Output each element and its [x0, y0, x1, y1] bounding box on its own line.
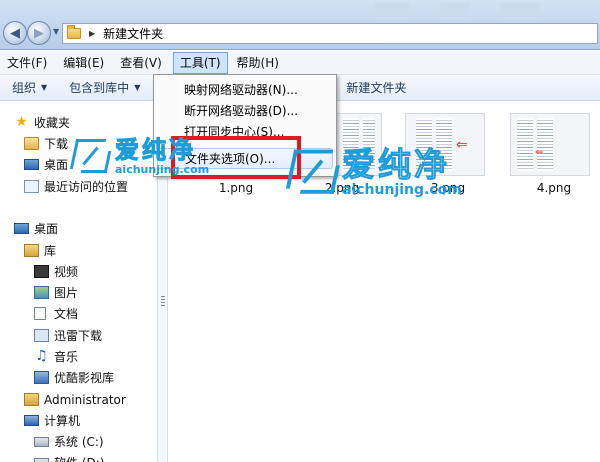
nav-label: 桌面	[34, 222, 59, 236]
address-bar[interactable]: ▶ 新建文件夹	[62, 23, 598, 44]
nav-documents[interactable]: 文档	[34, 303, 78, 324]
downloads-folder-icon	[24, 137, 39, 150]
nav-computer[interactable]: 计算机	[24, 410, 80, 431]
nav-label: 音乐	[54, 350, 79, 364]
watermark-url: aichunjing.com	[342, 182, 462, 198]
nav-label: 最近访问的位置	[44, 180, 129, 194]
music-note-icon: ♫	[35, 348, 48, 364]
watermark-text: 爱纯净	[342, 145, 450, 184]
nav-label: 下载	[44, 137, 69, 151]
star-icon: ★	[15, 114, 28, 130]
blurred-region	[440, 3, 470, 21]
blurred-region	[500, 3, 540, 21]
breadcrumb-current-folder[interactable]: 新建文件夹	[103, 25, 163, 42]
recent-places-icon	[24, 180, 39, 193]
nav-drive-d[interactable]: 软件 (D:)	[34, 452, 104, 462]
user-folder-icon	[24, 393, 39, 406]
desktop-icon	[24, 159, 39, 170]
new-folder-label: 新建文件夹	[346, 81, 407, 95]
back-button[interactable]: ◀	[3, 21, 27, 45]
brand-logo-icon	[285, 149, 340, 196]
file-thumbnail[interactable]: ⇐	[510, 113, 590, 176]
pictures-library-icon	[34, 286, 49, 299]
drive-icon	[34, 436, 49, 447]
nav-label: 库	[44, 244, 57, 258]
file-name[interactable]: 4.png	[514, 181, 594, 195]
include-in-library-label: 包含到库中	[69, 81, 130, 95]
nav-desktop-fav[interactable]: 桌面	[24, 154, 68, 175]
menu-help[interactable]: 帮助(H)	[231, 52, 285, 74]
nav-label: 视频	[54, 265, 79, 279]
nav-pictures[interactable]: 图片	[34, 282, 78, 303]
nav-label: 收藏夹	[34, 116, 71, 130]
nav-label: Administrator	[44, 392, 126, 407]
recent-pages-dropdown-icon[interactable]: ▼	[53, 27, 59, 36]
organize-button[interactable]: 组织 ▼	[4, 76, 55, 100]
title-bar: ◀ ▶ ▼ ▶ 新建文件夹	[0, 0, 600, 50]
nav-label: 桌面	[44, 158, 69, 172]
menu-file[interactable]: 文件(F)	[1, 52, 53, 74]
thunder-download-icon	[34, 329, 49, 342]
documents-library-icon	[34, 307, 46, 320]
nav-label: 图片	[54, 286, 79, 300]
computer-icon	[24, 415, 39, 426]
breadcrumb-separator-icon[interactable]: ▶	[89, 29, 95, 38]
nav-label: 系统 (C:)	[54, 435, 104, 449]
watermark-url: aichunjing.com	[115, 163, 210, 176]
media-library-icon	[34, 371, 49, 384]
blurred-region	[374, 3, 410, 21]
red-arrow-icon: ⇐	[535, 147, 544, 158]
chevron-down-icon: ▼	[41, 83, 48, 92]
nav-music[interactable]: ♫ 音乐	[34, 346, 78, 367]
new-folder-button[interactable]: 新建文件夹	[338, 76, 414, 100]
include-in-library-button[interactable]: 包含到库中 ▼	[61, 76, 148, 100]
nav-administrator[interactable]: Administrator	[24, 389, 126, 410]
menu-view[interactable]: 查看(V)	[114, 52, 168, 74]
library-icon	[24, 244, 39, 257]
nav-videos[interactable]: 视频	[34, 261, 78, 282]
nav-youku-library[interactable]: 优酷影视库	[34, 367, 114, 388]
forward-button[interactable]: ▶	[27, 21, 51, 45]
nav-label: 优酷影视库	[54, 371, 115, 385]
menu-item-map-network-drive[interactable]: 映射网络驱动器(N)...	[157, 79, 333, 100]
back-arrow-icon: ◀	[10, 25, 20, 41]
nav-label: 文档	[54, 307, 79, 321]
nav-label: 迅雷下载	[54, 329, 103, 343]
drive-icon	[34, 457, 49, 462]
forward-arrow-icon: ▶	[34, 25, 44, 41]
nav-label: 计算机	[44, 414, 81, 428]
nav-downloads[interactable]: 下载	[24, 133, 68, 154]
menu-edit[interactable]: 编辑(E)	[57, 52, 110, 74]
nav-recent-places[interactable]: 最近访问的位置	[24, 176, 128, 197]
folder-icon	[67, 25, 81, 39]
nav-thunder-downloads[interactable]: 迅雷下载	[34, 325, 102, 346]
brand-logo-icon	[69, 138, 112, 175]
watermark-text: 爱纯净	[114, 135, 196, 164]
desktop-icon	[14, 223, 29, 234]
nav-label: 软件 (D:)	[54, 454, 104, 462]
video-library-icon	[34, 265, 49, 278]
menu-item-disconnect-network-drive[interactable]: 断开网络驱动器(D)...	[157, 100, 333, 121]
watermark: 爱纯净 aichunjing.com	[285, 145, 462, 198]
nav-desktop[interactable]: 桌面	[14, 218, 58, 239]
menu-bar: 文件(F) 编辑(E) 查看(V) 工具(T) 帮助(H)	[0, 51, 600, 75]
nav-drive-c[interactable]: 系统 (C:)	[34, 431, 104, 452]
watermark: 爱纯净 aichunjing.com	[69, 135, 210, 176]
organize-label: 组织	[12, 81, 37, 95]
nav-favorites[interactable]: ★ 收藏夹	[14, 112, 70, 133]
chevron-down-icon: ▼	[134, 83, 141, 92]
splitter-grip-icon[interactable]	[161, 296, 165, 306]
file-name[interactable]: 1.png	[196, 181, 276, 195]
nav-libraries[interactable]: 库	[24, 240, 56, 261]
menu-tools[interactable]: 工具(T)	[172, 51, 228, 74]
